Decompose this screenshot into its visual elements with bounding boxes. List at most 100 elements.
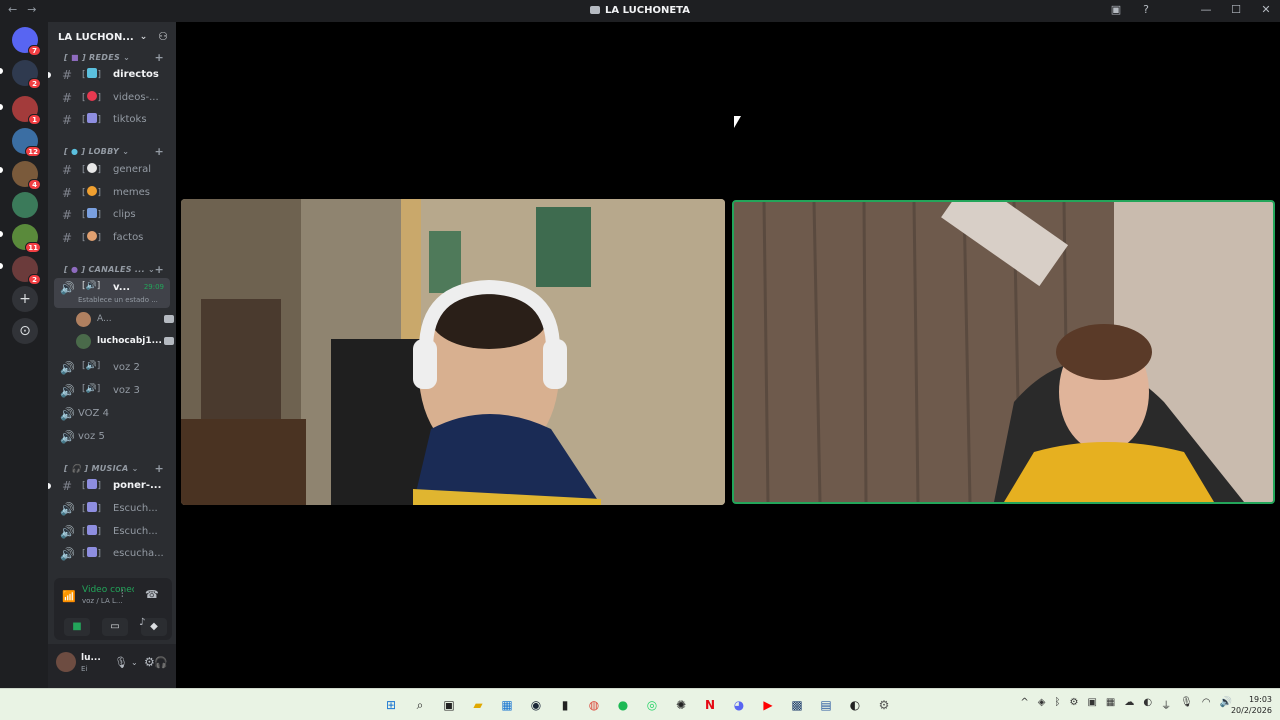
- inbox-icon[interactable]: ▣: [1108, 3, 1124, 16]
- bluetooth-icon[interactable]: ᛒ: [1055, 697, 1061, 712]
- help-icon[interactable]: ?: [1138, 3, 1154, 16]
- tray-app-icon[interactable]: ◐: [1143, 697, 1152, 712]
- capture-icon[interactable]: ◐: [844, 694, 866, 716]
- settings-icon[interactable]: ⚙: [873, 694, 895, 716]
- disconnect-icon[interactable]: ☎: [145, 588, 159, 601]
- voice-channel-voz4[interactable]: 🔊 VOZ 4: [54, 404, 170, 424]
- chevron-down-icon[interactable]: ⌄: [131, 658, 138, 667]
- server-icon[interactable]: 12: [12, 128, 41, 157]
- usb-icon[interactable]: ⏚: [1161, 697, 1171, 712]
- netflix-icon[interactable]: N: [699, 694, 721, 716]
- channel-emoji: [🔊]: [82, 281, 101, 291]
- voice-user[interactable]: A...: [76, 311, 174, 329]
- channel-factos[interactable]: # [] factos: [54, 228, 170, 248]
- channel-videos[interactable]: # [] videos-...: [54, 88, 170, 108]
- channel-clips[interactable]: # [] clips: [54, 205, 170, 225]
- video-tile[interactable]: [181, 199, 725, 505]
- add-channel-icon[interactable]: +: [154, 462, 164, 475]
- add-channel-icon[interactable]: +: [154, 263, 164, 276]
- microphone-icon[interactable]: 🎙: [1180, 697, 1193, 712]
- voice-status-subtitle[interactable]: voz / LA L...: [82, 597, 123, 605]
- server-icon[interactable]: 2: [12, 60, 41, 89]
- add-channel-icon[interactable]: +: [154, 145, 164, 158]
- guild-header[interactable]: LA LUCHON... ⌄ ⚇: [48, 22, 176, 52]
- add-server-icon[interactable]: +: [12, 286, 38, 312]
- microphone-icon[interactable]: 🎙: [114, 656, 128, 669]
- voice-channel-voz5[interactable]: 🔊 voz 5: [54, 427, 170, 447]
- add-channel-icon[interactable]: +: [154, 51, 164, 64]
- voice-channel-voz3[interactable]: 🔊 [🔊] voz 3: [54, 381, 170, 401]
- voice-channel-v[interactable]: 🔊 [🔊] v... 29:09 Establece un estado ...: [54, 278, 170, 308]
- epic-games-icon[interactable]: ▮: [554, 694, 576, 716]
- voice-channel-escuch2[interactable]: 🔊 [] Escuch...: [54, 522, 170, 542]
- task-view-icon[interactable]: ▣: [438, 694, 460, 716]
- server-icon[interactable]: 4: [12, 161, 41, 190]
- whatsapp-icon[interactable]: ◎: [641, 694, 663, 716]
- voice-channel-escucha3[interactable]: 🔊 [] escucha...: [54, 544, 170, 564]
- server-icon[interactable]: 11: [12, 224, 41, 253]
- video-tile-speaking[interactable]: [732, 200, 1275, 504]
- channel-label: voz 2: [113, 362, 140, 373]
- category-musica[interactable]: [ 🎧 ] MUSICA ⌄ +: [48, 462, 176, 476]
- server-icon[interactable]: 1: [12, 96, 41, 125]
- server-icon[interactable]: [12, 192, 38, 218]
- server-rail: 7 2 1 12 4 11 2 + ⊙: [0, 22, 48, 688]
- tray-app-icon[interactable]: ◈: [1038, 697, 1046, 712]
- category-redes[interactable]: [ ■ ] REDES ⌄ +: [48, 51, 176, 65]
- channel-label: voz 3: [113, 385, 140, 396]
- avatar: [76, 334, 91, 349]
- youtube-icon[interactable]: ▶: [757, 694, 779, 716]
- tray-app-icon[interactable]: ⚙: [1070, 697, 1079, 712]
- store-icon[interactable]: ▦: [496, 694, 518, 716]
- tray-app-icon[interactable]: ▣: [1087, 697, 1096, 712]
- discover-icon[interactable]: ⊙: [12, 318, 38, 344]
- file-explorer-icon[interactable]: ▰: [467, 694, 489, 716]
- windows-start-icon[interactable]: ⊞: [380, 694, 402, 716]
- channel-memes[interactable]: # [] memes: [54, 183, 170, 203]
- spotify-icon[interactable]: ●: [612, 694, 634, 716]
- camera-button[interactable]: ■: [64, 618, 90, 636]
- category-lobby[interactable]: [ ● ] LOBBY ⌄ +: [48, 145, 176, 159]
- channel-label: VOZ 4: [78, 408, 109, 419]
- chatgpt-icon[interactable]: ✺: [670, 694, 692, 716]
- tray-app-icon[interactable]: ☁: [1124, 697, 1134, 712]
- system-clock[interactable]: 19:03 20/2/2026: [1231, 694, 1272, 716]
- notepad-icon[interactable]: ▤: [815, 694, 837, 716]
- channel-emoji: []: [82, 479, 102, 491]
- window-title: LA LUCHONETA: [0, 5, 1280, 16]
- signal-icon[interactable]: 📶: [62, 590, 76, 603]
- chevron-up-icon[interactable]: ^: [1020, 697, 1028, 712]
- discord-icon[interactable]: ◕: [728, 694, 750, 716]
- wifi-icon[interactable]: ◠: [1202, 697, 1211, 712]
- maximize-button[interactable]: ☐: [1228, 3, 1244, 16]
- channel-general[interactable]: # [] general: [54, 160, 170, 180]
- channel-poner[interactable]: # [] poner-...: [48, 476, 170, 496]
- close-button[interactable]: ✕: [1258, 3, 1274, 16]
- forward-arrow-icon[interactable]: →: [27, 3, 36, 16]
- voice-channel-escuch1[interactable]: 🔊 [] Escuch...: [54, 499, 170, 519]
- steam-icon[interactable]: ◉: [525, 694, 547, 716]
- server-icon[interactable]: 2: [12, 256, 41, 285]
- settings-gear-icon[interactable]: ⚙: [144, 655, 155, 669]
- tray-app-icon[interactable]: ▦: [1106, 697, 1115, 712]
- waveform-icon[interactable]: ⫶: [121, 589, 124, 600]
- back-arrow-icon[interactable]: ←: [8, 3, 17, 16]
- chrome-icon[interactable]: ◍: [583, 694, 605, 716]
- editor-icon[interactable]: ▩: [786, 694, 808, 716]
- channel-tiktoks[interactable]: # [] tiktoks: [54, 110, 170, 130]
- soundboard-icon[interactable]: ♪: [139, 617, 145, 628]
- avatar[interactable]: [56, 652, 76, 672]
- invite-icon[interactable]: ⚇: [158, 30, 168, 43]
- voice-channel-voz2[interactable]: 🔊 [🔊] voz 2: [54, 358, 170, 378]
- screen-share-button[interactable]: ▭: [102, 618, 128, 636]
- minimize-button[interactable]: —: [1198, 3, 1214, 16]
- set-status-link[interactable]: Establece un estado ...: [78, 296, 158, 304]
- channel-label: memes: [113, 187, 150, 198]
- user-name[interactable]: lu...: [81, 653, 101, 663]
- home-button[interactable]: 7: [12, 27, 41, 56]
- channel-directos[interactable]: # [] directos: [48, 65, 170, 85]
- voice-user[interactable]: luchocabj1...: [76, 333, 174, 351]
- headphones-icon[interactable]: 🎧: [154, 656, 168, 669]
- search-icon[interactable]: ⌕: [409, 694, 431, 716]
- category-canales[interactable]: [ ● ] CANALES ... ⌄ +: [48, 263, 176, 277]
